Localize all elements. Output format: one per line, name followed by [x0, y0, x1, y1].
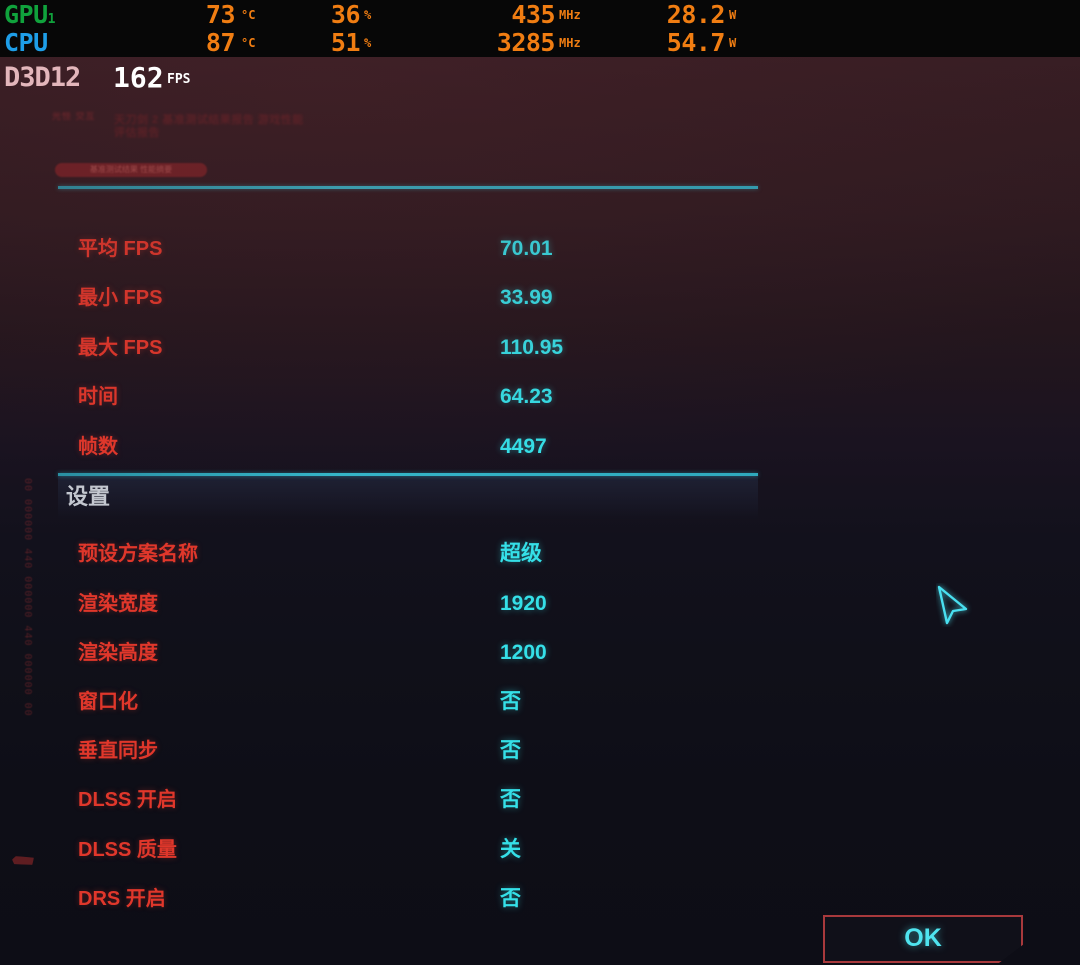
- setting-label: 渲染高度: [78, 642, 158, 664]
- result-row-min-fps: 最小 FPS 33.99: [0, 282, 1080, 314]
- setting-value: 1200: [500, 641, 547, 664]
- osd-cpu-clock-value: 3285: [496, 28, 556, 57]
- osd-fps-value: 162: [113, 61, 164, 94]
- result-row-avg-fps: 平均 FPS 70.01: [0, 233, 1080, 265]
- result-label: 最小 FPS: [78, 287, 163, 309]
- osd-row-gpu: GPU1 73 °C 36 % 435 MHz 28.2 W: [0, 1, 1080, 29]
- result-value: 33.99: [500, 286, 553, 309]
- setting-label: DLSS 开启: [78, 789, 177, 811]
- osd-label-cpu: CPU: [4, 29, 48, 62]
- settings-section-header-panel: [58, 475, 758, 519]
- osd-cpu-power-value: 54.7: [666, 28, 726, 57]
- setting-row-dlss-quality: DLSS 质量 关: [0, 834, 1080, 866]
- benchmark-title: 天刀剑 2 基准测试结果报告 游戏性能评估报告: [114, 114, 304, 139]
- osd-row-cpu: CPU 87 °C 51 % 3285 MHz 54.7 W: [0, 29, 1080, 57]
- osd-gpu-clock-unit: MHz: [559, 8, 581, 22]
- osd-cpu-load-value: 51: [330, 28, 361, 57]
- osd-cpu-temp-value: 87: [205, 28, 236, 57]
- settings-divider: [58, 473, 758, 476]
- setting-row-render-height: 渲染高度 1200: [0, 637, 1080, 669]
- result-label: 最大 FPS: [78, 337, 163, 359]
- result-row-time: 时间 64.23: [0, 381, 1080, 413]
- setting-label: DLSS 质量: [78, 839, 177, 861]
- setting-row-windowed: 窗口化 否: [0, 686, 1080, 718]
- ok-button[interactable]: OK: [823, 915, 1023, 963]
- osd-gpu-clock-value: 435: [511, 0, 555, 29]
- osd-gpu-index: 1: [47, 12, 56, 27]
- setting-value: 否: [500, 788, 521, 811]
- setting-value: 否: [500, 690, 521, 713]
- setting-value: 关: [500, 838, 521, 861]
- benchmark-subtitle-pill: 基准测试结果 性能摘要: [55, 163, 207, 177]
- result-value: 4497: [500, 435, 547, 458]
- setting-row-preset-name: 预设方案名称 超级: [0, 538, 1080, 570]
- result-label: 帧数: [78, 436, 118, 458]
- osd-cpu-text: CPU: [4, 28, 48, 57]
- osd-gpu-load-value: 36: [330, 0, 361, 29]
- osd-fps-unit: FPS: [167, 72, 191, 87]
- osd-render-api-label: D3D12: [4, 62, 81, 93]
- game-benchmark-result-screen: GPU1 73 °C 36 % 435 MHz 28.2 W CPU 87 °C…: [0, 0, 1080, 965]
- result-row-max-fps: 最大 FPS 110.95: [0, 332, 1080, 364]
- setting-row-vsync: 垂直同步 否: [0, 735, 1080, 767]
- setting-row-dlss-enabled: DLSS 开启 否: [0, 784, 1080, 816]
- osd-gpu-power-unit: W: [729, 8, 737, 22]
- osd-gpu-load-unit: %: [364, 8, 372, 22]
- hardware-monitor-overlay: GPU1 73 °C 36 % 435 MHz 28.2 W CPU 87 °C…: [0, 0, 1080, 57]
- result-label: 平均 FPS: [78, 238, 163, 260]
- result-value: 70.01: [500, 237, 553, 260]
- setting-label: 窗口化: [78, 691, 138, 713]
- osd-gpu-temp-value: 73: [205, 0, 236, 29]
- osd-cpu-load-unit: %: [364, 36, 372, 50]
- game-logo-block: 光怪 交互 天刀剑 2 基准测试结果报告 游戏性能评估报告: [52, 112, 312, 158]
- ok-button-label: OK: [904, 924, 942, 952]
- setting-label: 渲染宽度: [78, 593, 158, 615]
- osd-cpu-clock-unit: MHz: [559, 36, 581, 50]
- settings-section-title: 设置: [66, 484, 111, 509]
- setting-label: 预设方案名称: [78, 543, 198, 565]
- osd-gpu-text: GPU: [4, 0, 48, 29]
- result-row-frame-count: 帧数 4497: [0, 431, 1080, 463]
- game-logo-mark: 光怪 交互: [52, 112, 96, 121]
- osd-cpu-temp-unit: °C: [241, 36, 256, 50]
- result-value: 110.95: [500, 336, 564, 359]
- setting-value: 超级: [500, 542, 542, 565]
- osd-gpu-temp-unit: °C: [241, 8, 256, 22]
- results-divider: [58, 186, 758, 189]
- setting-label: 垂直同步: [78, 740, 158, 762]
- setting-label: DRS 开启: [78, 888, 166, 910]
- osd-cpu-power-unit: W: [729, 36, 737, 50]
- setting-value: 否: [500, 887, 521, 910]
- result-value: 64.23: [500, 385, 553, 408]
- decorative-side-digits: 00 000000 440 000000 440 000000 00: [22, 478, 33, 717]
- setting-value: 1920: [500, 592, 547, 615]
- setting-row-render-width: 渲染宽度 1920: [0, 588, 1080, 620]
- setting-value: 否: [500, 739, 521, 762]
- osd-gpu-power-value: 28.2: [666, 0, 726, 29]
- setting-row-drs-enabled: DRS 开启 否: [0, 883, 1080, 915]
- result-label: 时间: [78, 386, 118, 408]
